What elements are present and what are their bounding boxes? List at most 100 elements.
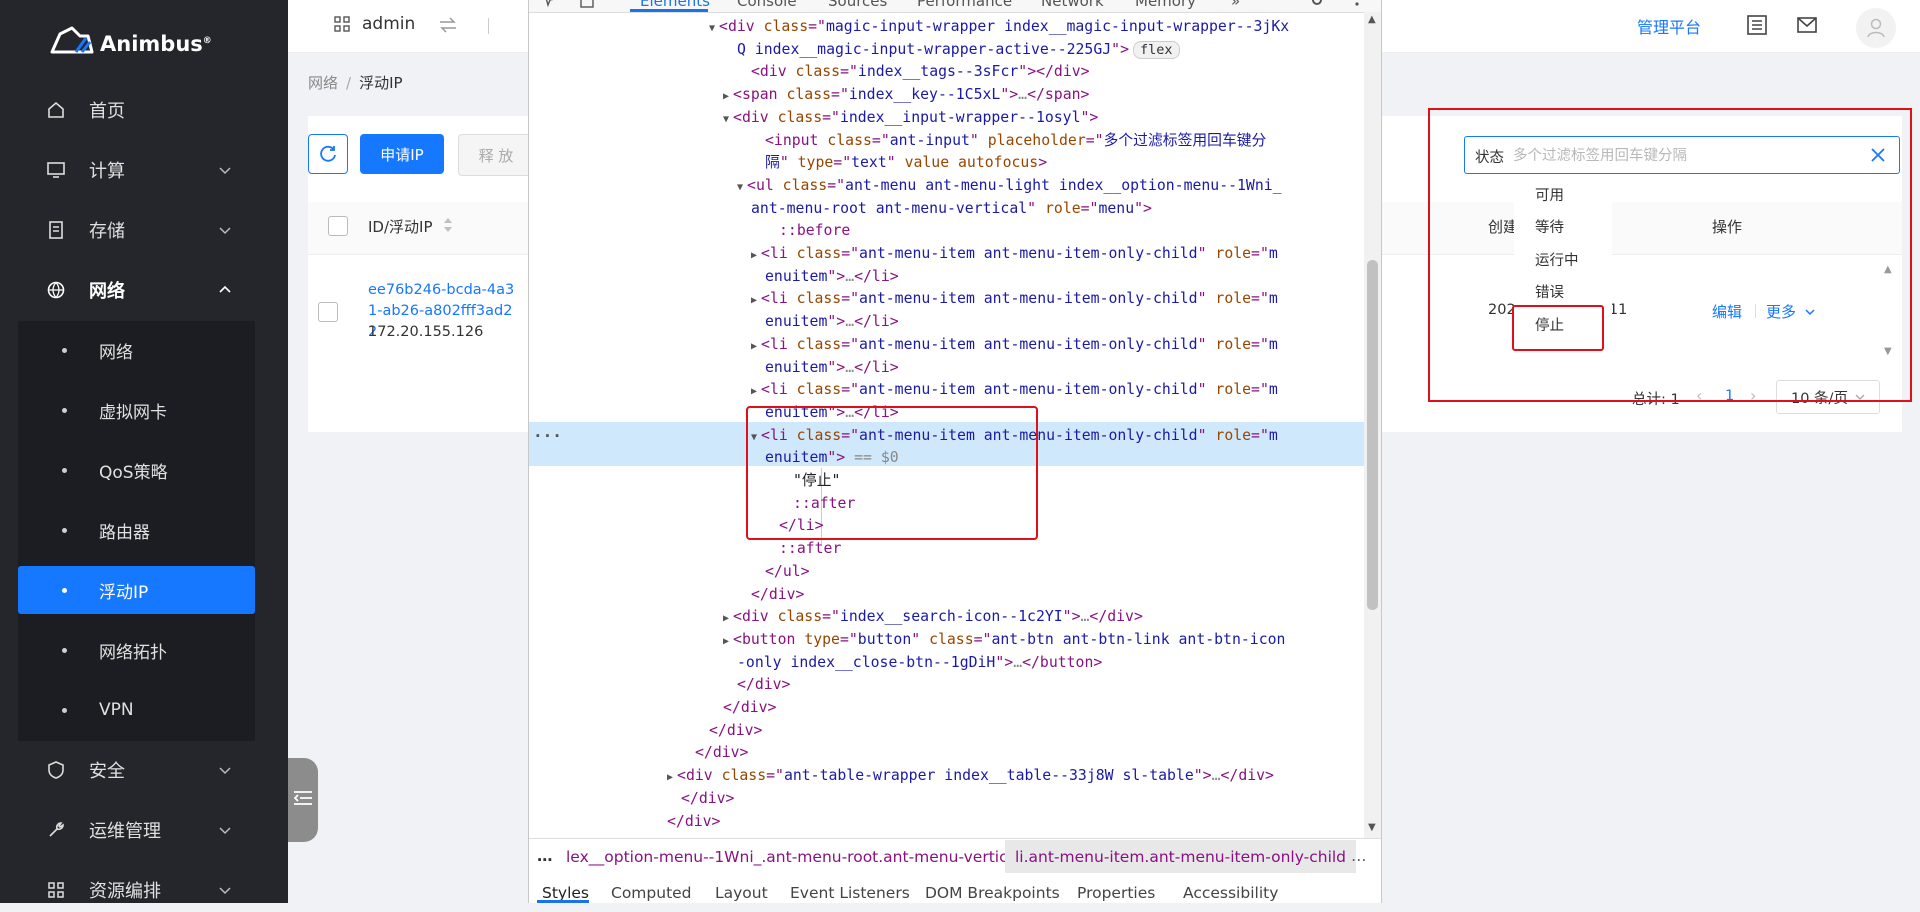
dom-tree-line[interactable]: </div> (737, 674, 790, 696)
expand-triangle-icon[interactable]: ▶ (723, 636, 729, 647)
kebab-menu-icon[interactable] (1349, 0, 1365, 8)
devtools-tab-more[interactable]: » (1231, 0, 1240, 10)
expand-triangle-icon[interactable]: ▶ (751, 386, 757, 397)
dom-tree-line[interactable]: ▶ <li class="ant-menu-item ant-menu-item-… (751, 243, 1278, 265)
node-actions-ellipsis[interactable]: ··· (533, 426, 562, 445)
sidebar-item-compute[interactable]: 计算 (0, 148, 288, 192)
dom-tree-line[interactable]: enuitem">…</li> (765, 357, 899, 379)
scrollbar-thumb[interactable] (1367, 260, 1378, 610)
scroll-down-icon[interactable]: ▼ (1368, 822, 1376, 833)
collapse-triangle-icon[interactable]: ▼ (709, 23, 715, 34)
dom-tree-line[interactable]: ▼ <div class="magic-input-wrapper index__… (709, 16, 1289, 38)
dom-tree-line[interactable]: </div> (723, 697, 776, 719)
dom-tree-line[interactable]: ::before (779, 220, 850, 242)
device-toggle-icon[interactable] (579, 0, 595, 8)
dom-tree-line[interactable]: ▶ <span class="index__key--1C5xL">…</span… (723, 84, 1089, 106)
breadcrumb-item[interactable]: 网络 (308, 74, 338, 92)
expand-triangle-icon[interactable]: ▶ (723, 91, 729, 102)
subtab-accessibility[interactable]: Accessibility (1183, 884, 1278, 902)
dom-tree-line[interactable]: ▶ <div class="ant-table-wrapper index__ta… (667, 765, 1274, 787)
logo[interactable]: Animbus® (46, 22, 212, 58)
sidebar-item-orchestration[interactable]: 资源编排 (0, 868, 288, 912)
sidebar-item-security[interactable]: 安全 (0, 748, 288, 792)
expand-triangle-icon[interactable]: ▶ (751, 250, 757, 261)
expand-triangle-icon[interactable]: ▶ (751, 295, 757, 306)
select-all-checkbox[interactable] (328, 216, 348, 236)
document-list-icon[interactable] (1746, 14, 1768, 36)
sidebar-collapse-button[interactable] (288, 758, 318, 842)
mail-icon[interactable] (1796, 14, 1818, 36)
devtools-tab-sources[interactable]: Sources (828, 0, 887, 10)
collapse-menu-icon (293, 791, 312, 805)
dom-breadcrumb-li[interactable]: li.ant-menu-item.ant-menu-item-only-chil… (1005, 840, 1357, 873)
dom-tree-line[interactable]: ▼ <ul class="ant-menu ant-menu-light inde… (737, 175, 1282, 197)
settings-gear-icon[interactable] (1309, 0, 1325, 8)
dom-tree-line[interactable]: <input class="ant-input" placeholder="多个… (765, 130, 1266, 152)
scroll-up-icon[interactable]: ▲ (1368, 14, 1376, 25)
sidebar-subitem-vnic[interactable]: 虚拟网卡 (18, 386, 255, 434)
column-header-id[interactable]: ID/浮动IP (368, 216, 433, 237)
admin-platform-link[interactable]: 管理平台 (1637, 14, 1701, 38)
dom-tree-line[interactable]: ▼ <div class="index__input-wrapper--1osyl… (723, 107, 1098, 129)
sidebar-subitem-network[interactable]: 网络 (18, 326, 255, 374)
chevron-down-icon (219, 827, 231, 835)
dom-tree-line[interactable]: ▶ <button type="button" class="ant-btn an… (723, 629, 1285, 651)
swap-icon[interactable] (438, 16, 458, 34)
expand-triangle-icon[interactable]: ▶ (723, 613, 729, 624)
dom-tree-line[interactable]: Q index__magic-input-wrapper-active--225… (737, 39, 1180, 61)
sidebar-item-network[interactable]: 网络 (0, 268, 288, 312)
inspect-cursor-icon[interactable] (543, 0, 559, 8)
dom-tree-line[interactable]: ant-menu-root ant-menu-vertical" role="m… (751, 198, 1152, 220)
dom-tree-line[interactable]: ▶ <li class="ant-menu-item ant-menu-item-… (751, 379, 1278, 401)
dom-tree-line[interactable]: </div> (751, 584, 804, 606)
row-checkbox[interactable] (318, 302, 338, 322)
dom-tree-line[interactable]: ▶ <div class="index__search-icon--1c2YI">… (723, 606, 1143, 628)
dom-tree-line[interactable]: <div class="index__tags--3sFcr"></div> (751, 61, 1090, 83)
sidebar-subitem-topology[interactable]: 网络拓扑 (18, 626, 255, 674)
sidebar-subitem-floating-ip[interactable]: 浮动IP (18, 566, 255, 614)
subtab-computed[interactable]: Computed (611, 884, 692, 902)
dom-tree-line[interactable]: </ul> (765, 561, 810, 583)
subtab-properties[interactable]: Properties (1077, 884, 1155, 902)
dom-tree-line[interactable]: 隔" type="text" value autofocus> (765, 152, 1047, 174)
sidebar-item-home[interactable]: 首页 (0, 88, 288, 132)
subtab-event-listeners[interactable]: Event Listeners (790, 884, 910, 902)
sidebar-item-storage[interactable]: 存储 (0, 208, 288, 252)
devtools-scrollbar[interactable]: ▲ ▼ (1364, 12, 1381, 838)
dom-tree-line[interactable]: </div> (709, 720, 762, 742)
dom-tree-line[interactable]: enuitem">…</li> (765, 311, 899, 333)
devtools-tab-performance[interactable]: Performance (917, 0, 1012, 10)
sidebar-item-ops[interactable]: 运维管理 (0, 808, 288, 852)
flex-badge[interactable]: flex (1132, 40, 1180, 59)
expand-triangle-icon[interactable]: ▶ (667, 772, 673, 783)
release-button[interactable]: 释 放 (458, 134, 534, 176)
subtab-dom-breakpoints[interactable]: DOM Breakpoints (925, 884, 1060, 902)
sidebar-subitem-qos[interactable]: QoS策略 (18, 446, 255, 494)
devtools-tab-network[interactable]: Network (1041, 0, 1104, 10)
dom-tree-line[interactable]: ::after (779, 538, 841, 560)
breadcrumb-ellipsis[interactable]: … (537, 847, 553, 865)
breadcrumb-more[interactable]: … (1351, 847, 1367, 865)
avatar[interactable] (1856, 8, 1896, 48)
sort-icon[interactable] (442, 216, 454, 234)
devtools-tab-console[interactable]: Console (737, 0, 797, 10)
refresh-button[interactable] (308, 134, 348, 174)
dom-tree-line[interactable]: ▶ <li class="ant-menu-item ant-menu-item-… (751, 334, 1278, 356)
dom-tree-line[interactable]: </div> (695, 742, 748, 764)
project-switcher[interactable]: admin (334, 14, 415, 34)
collapse-triangle-icon[interactable]: ▼ (737, 182, 743, 193)
expand-triangle-icon[interactable]: ▶ (751, 341, 757, 352)
collapse-triangle-icon[interactable]: ▼ (723, 114, 729, 125)
dom-tree-line[interactable]: </div> (667, 811, 720, 833)
dom-tree-line[interactable]: -only index__close-btn--1gDiH">…</button… (737, 652, 1102, 674)
sidebar-subitem-router[interactable]: 路由器 (18, 506, 255, 554)
dom-breadcrumb-ul[interactable]: lex__option-menu--1Wni_.ant-menu-root.an… (566, 848, 1021, 866)
dom-tree-line[interactable]: </div> (681, 788, 734, 810)
devtools-tab-memory[interactable]: Memory (1135, 0, 1196, 10)
globe-icon (47, 281, 65, 299)
apply-ip-button[interactable]: 申请IP (360, 134, 444, 174)
subtab-layout[interactable]: Layout (715, 884, 768, 902)
dom-tree-line[interactable]: enuitem">…</li> (765, 266, 899, 288)
sidebar-subitem-vpn[interactable]: VPN (18, 686, 255, 734)
dom-tree-line[interactable]: ▶ <li class="ant-menu-item ant-menu-item-… (751, 288, 1278, 310)
